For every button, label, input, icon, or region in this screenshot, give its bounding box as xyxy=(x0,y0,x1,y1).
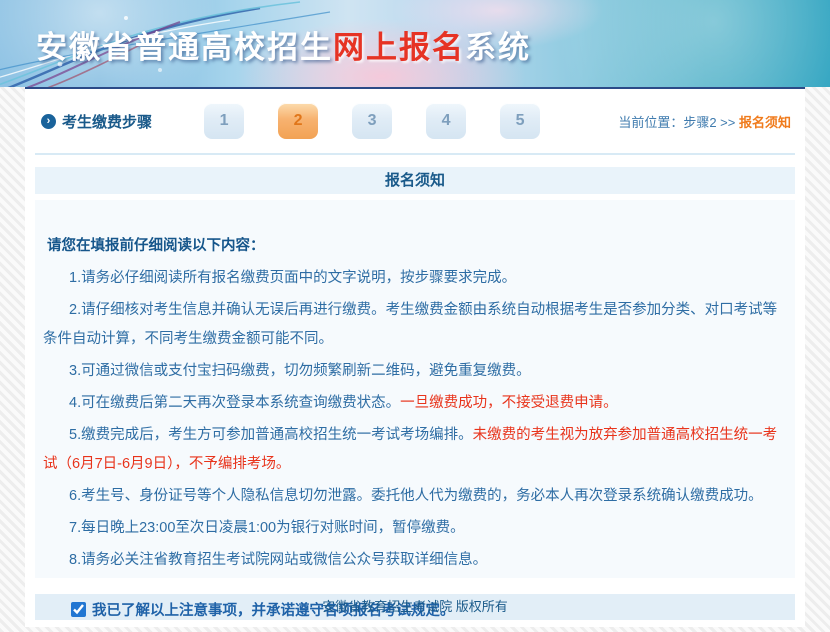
notice-item-2-text: 2.请仔细核对考生信息并确认无误后再进行缴费。考生缴费金额由系统自动根据考生是否… xyxy=(43,302,777,347)
breadcrumb-prefix: 当前位置：步骤2 >> xyxy=(618,115,735,130)
notice-content: 请您在填报前仔细阅读以下内容： 1.请务必仔细阅读所有报名缴费页面中的文字说明，… xyxy=(35,200,795,578)
notice-item-1-text: 1.请务必仔细阅读所有报名缴费页面中的文字说明，按步骤要求完成。 xyxy=(69,270,516,286)
notice-item-4-red: 一旦缴费成功，不接受退费申请。 xyxy=(400,395,618,411)
notice-item-3-text: 3.可通过微信或支付宝扫码缴费，切勿频繁刷新二维码，避免重复缴费。 xyxy=(69,363,531,379)
step-2-active[interactable]: 2 xyxy=(278,103,318,139)
notice-item-5: 5.缴费完成后，考生方可参加普通高校招生统一考试考场编排。未缴费的考生视为放弃参… xyxy=(43,421,785,479)
notice-item-4: 4.可在缴费后第二天再次登录本系统查询缴费状态。一旦缴费成功，不接受退费申请。 xyxy=(43,389,785,418)
notice-item-8-text: 8.请务必关注省教育招生考试院网站或微信公众号获取详细信息。 xyxy=(69,552,487,568)
notice-item-6-text: 6.考生号、身份证号等个人隐私信息切勿泄露。委托他人代为缴费的，务必本人再次登录… xyxy=(69,488,763,504)
notice-item-1: 1.请务必仔细阅读所有报名缴费页面中的文字说明，按步骤要求完成。 xyxy=(43,264,785,293)
step-4[interactable]: 4 xyxy=(426,103,466,139)
breadcrumb: 当前位置：步骤2 >> 报名须知 xyxy=(618,112,791,131)
app-title: 安徽省普通高校招生网上报名系统 xyxy=(36,22,531,67)
notice-item-2: 2.请仔细核对考生信息并确认无误后再进行缴费。考生缴费金额由系统自动根据考生是否… xyxy=(43,296,785,354)
notice-item-7-text: 7.每日晚上23:00至次日凌晨1:00为银行对账时间，暂停缴费。 xyxy=(69,520,465,536)
step-3[interactable]: 3 xyxy=(352,103,392,139)
notice-item-3: 3.可通过微信或支付宝扫码缴费，切勿频繁刷新二维码，避免重复缴费。 xyxy=(43,357,785,386)
step-bar: › 考生缴费步骤 1 2 3 4 5 当前位置：步骤2 >> 报名须知 xyxy=(25,89,805,153)
notice-item-4-text: 4.可在缴费后第二天再次登录本系统查询缴费状态。 xyxy=(69,395,400,411)
notice-item-6: 6.考生号、身份证号等个人隐私信息切勿泄露。委托他人代为缴费的，务必本人再次登录… xyxy=(43,482,785,511)
arrow-circle-icon: › xyxy=(41,114,56,129)
app-title-highlight: 网上报名 xyxy=(333,30,465,65)
header-banner: 安徽省普通高校招生网上报名系统 xyxy=(0,0,830,87)
step-bar-title: › 考生缴费步骤 xyxy=(41,111,152,132)
step-bar-label: 考生缴费步骤 xyxy=(62,111,152,132)
step-5[interactable]: 5 xyxy=(500,103,540,139)
consent-checkbox[interactable] xyxy=(71,602,86,617)
app-title-part1: 安徽省普通高校招生 xyxy=(36,30,333,65)
notice-intro: 请您在填报前仔细阅读以下内容： xyxy=(47,234,785,255)
notice-item-5-text: 5.缴费完成后，考生方可参加普通高校招生统一考试考场编排。 xyxy=(69,427,473,443)
stepbar-divider xyxy=(35,153,795,155)
main-panel: › 考生缴费步骤 1 2 3 4 5 当前位置：步骤2 >> 报名须知 报名须知… xyxy=(25,87,805,627)
breadcrumb-current: 报名须知 xyxy=(739,115,791,130)
notice-item-8: 8.请务必关注省教育招生考试院网站或微信公众号获取详细信息。 xyxy=(43,546,785,575)
step-indicator: 1 2 3 4 5 xyxy=(204,103,540,139)
step-1[interactable]: 1 xyxy=(204,103,244,139)
notice-title: 报名须知 xyxy=(35,167,795,194)
app-title-part3: 系统 xyxy=(465,30,531,65)
notice-item-7: 7.每日晚上23:00至次日凌晨1:00为银行对账时间，暂停缴费。 xyxy=(43,514,785,543)
